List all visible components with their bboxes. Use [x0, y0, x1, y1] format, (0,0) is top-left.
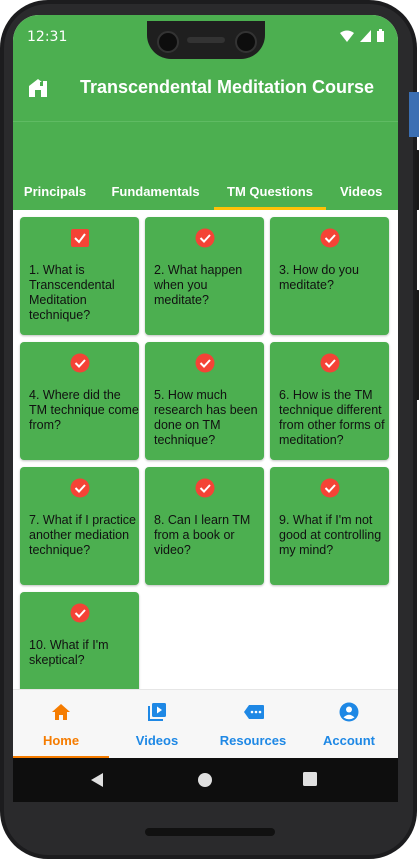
camera-notch: [147, 21, 265, 59]
nav-home[interactable]: Home: [13, 690, 109, 758]
tab-fundamentals[interactable]: Fundamentals: [97, 172, 214, 210]
question-card[interactable]: 5. How much research has been done on TM…: [145, 342, 264, 460]
app-screen: 12:31 Transcendental Meditation Course P…: [13, 15, 398, 758]
front-camera: [157, 31, 179, 53]
question-text: 1. What is Transcendental Meditation tec…: [29, 263, 115, 322]
check-circle-icon: [195, 228, 215, 248]
check-circle-icon: [195, 478, 215, 498]
nav-videos[interactable]: Videos: [109, 690, 205, 758]
resources-icon: [244, 705, 264, 719]
check-circle-icon: [320, 478, 340, 498]
recents-icon[interactable]: [303, 772, 317, 786]
question-text: 10. What if I'm skeptical?: [29, 638, 109, 667]
wifi-icon: [340, 30, 354, 42]
nav-resources[interactable]: Resources: [205, 690, 301, 758]
question-card[interactable]: 7. What if I practice another mediation …: [20, 467, 139, 585]
check-circle-icon: [320, 353, 340, 373]
app-bar: Transcendental Meditation Course: [13, 59, 398, 121]
logo-home-icon[interactable]: [27, 77, 49, 99]
status-icons: [340, 29, 384, 42]
earpiece: [187, 37, 225, 43]
home-icon: [52, 704, 70, 720]
question-text: 4. Where did the TM technique come from?: [29, 388, 139, 432]
question-card[interactable]: 10. What if I'm skeptical?: [20, 592, 139, 689]
check-circle-icon: [320, 228, 340, 248]
questions-grid: 1. What is Transcendental Meditation tec…: [13, 209, 398, 689]
question-card[interactable]: 6. How is the TM technique different fro…: [270, 342, 389, 460]
question-card[interactable]: 2. What happen when you meditate?: [145, 217, 264, 335]
tab-tm-questions[interactable]: TM Questions: [214, 172, 326, 210]
back-icon[interactable]: [90, 772, 104, 788]
question-card[interactable]: 9. What if I'm not good at controlling m…: [270, 467, 389, 585]
tab-principals[interactable]: Principals: [13, 172, 97, 210]
nav-account[interactable]: Account: [301, 690, 397, 758]
system-navigation-bar: [13, 758, 398, 802]
question-card[interactable]: 1. What is Transcendental Meditation tec…: [20, 217, 139, 335]
question-card[interactable]: 8. Can I learn TM from a book or video?: [145, 467, 264, 585]
front-sensor: [235, 31, 257, 53]
account-icon: [339, 702, 359, 722]
question-text: 7. What if I practice another mediation …: [29, 513, 136, 557]
question-text: 2. What happen when you meditate?: [154, 263, 243, 307]
check-circle-icon: [195, 353, 215, 373]
background-edge: [409, 92, 419, 137]
tab-bar: Principals Fundamentals TM Questions Vid…: [13, 121, 398, 210]
bottom-speaker: [145, 828, 275, 836]
video-library-icon: [148, 703, 166, 721]
side-button: [415, 290, 419, 400]
question-text: 9. What if I'm not good at controlling m…: [279, 513, 382, 557]
question-card[interactable]: 3. How do you meditate?: [270, 217, 389, 335]
battery-icon: [377, 29, 384, 42]
question-card[interactable]: 4. Where did the TM technique come from?: [20, 342, 139, 460]
check-circle-icon: [70, 478, 90, 498]
status-time: 12:31: [27, 29, 68, 45]
tab-videos[interactable]: Videos: [326, 172, 398, 210]
app-title: Transcendental Meditation Course: [80, 77, 375, 97]
checkbox-checked-icon: [71, 229, 89, 247]
check-circle-icon: [70, 603, 90, 623]
question-text: 6. How is the TM technique different fro…: [279, 388, 385, 447]
volume-button: [415, 150, 419, 210]
home-circle-icon[interactable]: [197, 772, 213, 788]
question-text: 5. How much research has been done on TM…: [154, 388, 258, 447]
question-text: 8. Can I learn TM from a book or video?: [154, 513, 251, 557]
signal-icon: [360, 29, 371, 42]
check-circle-icon: [70, 353, 90, 373]
bottom-navigation: Home Videos Resources Account: [13, 689, 398, 758]
question-text: 3. How do you meditate?: [279, 263, 359, 292]
